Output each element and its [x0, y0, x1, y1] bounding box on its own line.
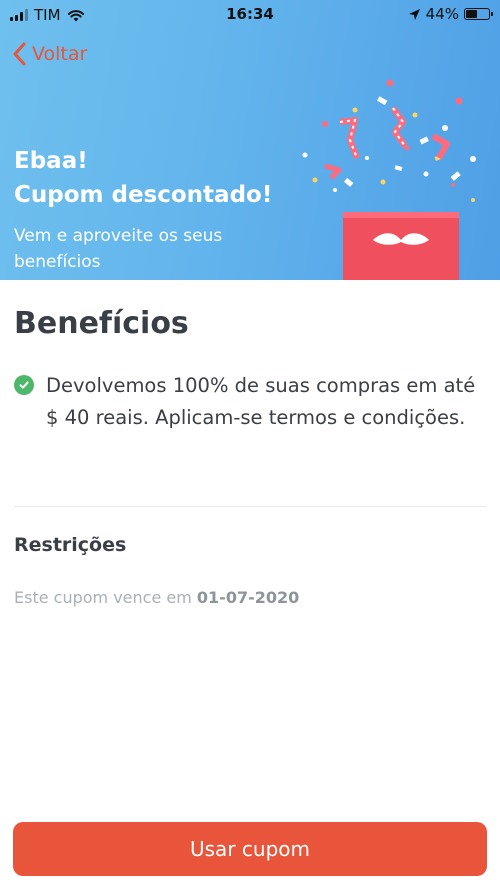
battery-percent: 44% — [425, 5, 459, 23]
benefits-title: Benefícios — [14, 306, 189, 341]
gift-box-illustration — [302, 79, 476, 280]
expiry-date: 01-07-2020 — [196, 588, 300, 607]
use-coupon-button[interactable]: Usar cupom — [13, 822, 487, 876]
hero-title: Ebaa! Cupom descontado! — [14, 144, 272, 212]
restrictions-title: Restrições — [14, 534, 127, 556]
divider — [14, 506, 486, 507]
gift-box — [343, 212, 459, 280]
battery-icon — [464, 8, 493, 20]
expiry-text: Este cupom vence em 01-07-2020 — [14, 588, 299, 607]
status-bar: TIM 16:34 44% — [0, 0, 500, 30]
benefit-item: Devolvemos 100% de suas compras em até $… — [14, 370, 484, 434]
confetti — [302, 79, 476, 202]
hero-subtitle: Vem e aproveite os seus benefícios — [14, 226, 223, 272]
location-arrow-icon — [408, 8, 420, 20]
hero-banner: TIM 16:34 44% Voltar Ebaa! Cupom descont… — [0, 0, 500, 280]
back-label: Voltar — [32, 43, 88, 65]
check-circle-icon — [14, 375, 34, 395]
expiry-prefix: Este cupom vence em — [14, 588, 192, 607]
hero-title-line1: Ebaa! — [14, 148, 88, 174]
chevron-left-icon — [13, 42, 26, 66]
hero-title-line2: Cupom descontado! — [14, 182, 273, 208]
benefit-text: Devolvemos 100% de suas compras em até $… — [46, 374, 476, 429]
back-button[interactable]: Voltar — [12, 42, 87, 66]
